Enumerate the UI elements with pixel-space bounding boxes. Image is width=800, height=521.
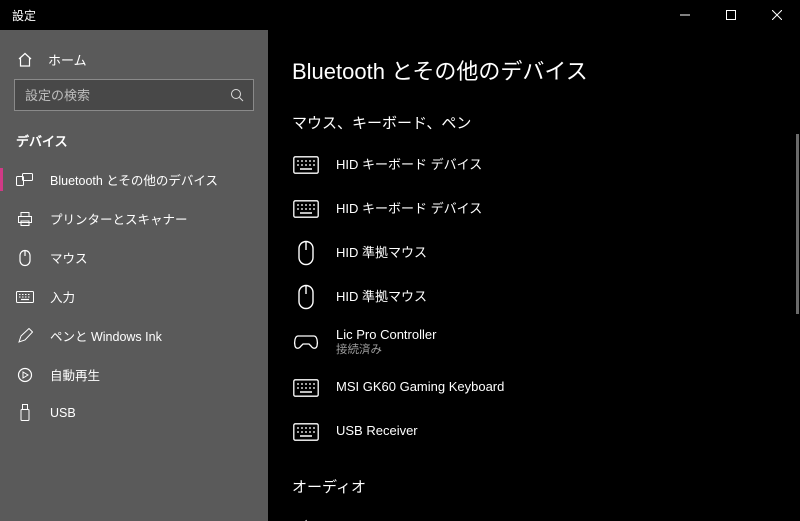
device-group-title: オーディオ xyxy=(292,476,800,497)
mouse-icon xyxy=(16,249,34,267)
keyboard-icon xyxy=(16,291,34,303)
home-label: ホーム xyxy=(48,50,87,69)
search-icon xyxy=(221,88,253,102)
device-list: AG06/AG03 xyxy=(292,507,800,521)
close-button[interactable] xyxy=(754,0,800,30)
bluetooth-devices-icon xyxy=(16,172,34,188)
device-name: USB Receiver xyxy=(336,423,418,440)
device-item[interactable]: MSI GK60 Gaming Keyboard xyxy=(292,366,800,410)
main-content: Bluetooth とその他のデバイス マウス、キーボード、ペン HID キーボ… xyxy=(268,30,800,521)
maximize-button[interactable] xyxy=(708,0,754,30)
keyboard-icon xyxy=(292,156,320,174)
gamepad-icon xyxy=(292,333,320,351)
sidebar: ホーム デバイス Bluetooth とその他のデバイス xyxy=(0,30,268,521)
device-group-title: マウス、キーボード、ペン xyxy=(292,112,800,133)
sidebar-item-label: 入力 xyxy=(50,287,75,306)
device-item[interactable]: HID キーボード デバイス xyxy=(292,143,800,187)
usb-icon xyxy=(16,404,34,422)
device-item[interactable]: Lic Pro Controller 接続済み xyxy=(292,319,800,366)
sidebar-item-typing[interactable]: 入力 xyxy=(0,277,268,316)
device-name: HID 準拠マウス xyxy=(336,245,427,262)
home-icon xyxy=(16,52,34,68)
sidebar-section-label: デバイス xyxy=(0,127,268,160)
device-item[interactable]: HID 準拠マウス xyxy=(292,275,800,319)
window-title: 設定 xyxy=(0,7,662,24)
titlebar: 設定 xyxy=(0,0,800,30)
sidebar-item-label: マウス xyxy=(50,248,88,267)
search-box[interactable] xyxy=(14,79,254,111)
pen-icon xyxy=(16,328,34,344)
sidebar-item-label: ペンと Windows Ink xyxy=(50,326,162,345)
device-name: HID キーボード デバイス xyxy=(336,157,482,174)
home-link[interactable]: ホーム xyxy=(0,42,268,79)
device-status: 接続済み xyxy=(336,344,436,358)
device-item[interactable]: USB Receiver xyxy=(292,410,800,454)
minimize-button[interactable] xyxy=(662,0,708,30)
autoplay-icon xyxy=(16,367,34,383)
keyboard-icon xyxy=(292,379,320,397)
device-name: HID 準拠マウス xyxy=(336,289,427,306)
sidebar-item-usb[interactable]: USB xyxy=(0,394,268,432)
sidebar-item-autoplay[interactable]: 自動再生 xyxy=(0,355,268,394)
sidebar-item-label: プリンターとスキャナー xyxy=(50,209,188,228)
sidebar-item-pen[interactable]: ペンと Windows Ink xyxy=(0,316,268,355)
sidebar-item-bluetooth[interactable]: Bluetooth とその他のデバイス xyxy=(0,160,268,199)
sidebar-item-label: Bluetooth とその他のデバイス xyxy=(50,170,218,189)
device-item[interactable]: HID キーボード デバイス xyxy=(292,187,800,231)
scrollbar[interactable] xyxy=(796,134,799,314)
keyboard-icon xyxy=(292,200,320,218)
mouse-icon xyxy=(292,240,320,266)
sidebar-item-mouse[interactable]: マウス xyxy=(0,238,268,277)
printer-icon xyxy=(16,211,34,227)
keyboard-icon xyxy=(292,423,320,441)
page-title: Bluetooth とその他のデバイス xyxy=(292,54,800,86)
sidebar-item-label: USB xyxy=(50,406,76,420)
device-list: HID キーボード デバイス HID キーボード デバイス HID 準拠マウス … xyxy=(292,143,800,454)
sidebar-item-label: 自動再生 xyxy=(50,365,100,384)
device-name: Lic Pro Controller xyxy=(336,327,436,344)
device-name: MSI GK60 Gaming Keyboard xyxy=(336,379,504,396)
sidebar-item-printers[interactable]: プリンターとスキャナー xyxy=(0,199,268,238)
device-name: HID キーボード デバイス xyxy=(336,201,482,218)
nav-list: Bluetooth とその他のデバイス プリンターとスキャナー マウス 入力 xyxy=(0,160,268,432)
device-item[interactable]: HID 準拠マウス xyxy=(292,231,800,275)
mouse-icon xyxy=(292,284,320,310)
search-input[interactable] xyxy=(15,88,221,103)
device-item[interactable]: AG06/AG03 xyxy=(292,507,800,521)
